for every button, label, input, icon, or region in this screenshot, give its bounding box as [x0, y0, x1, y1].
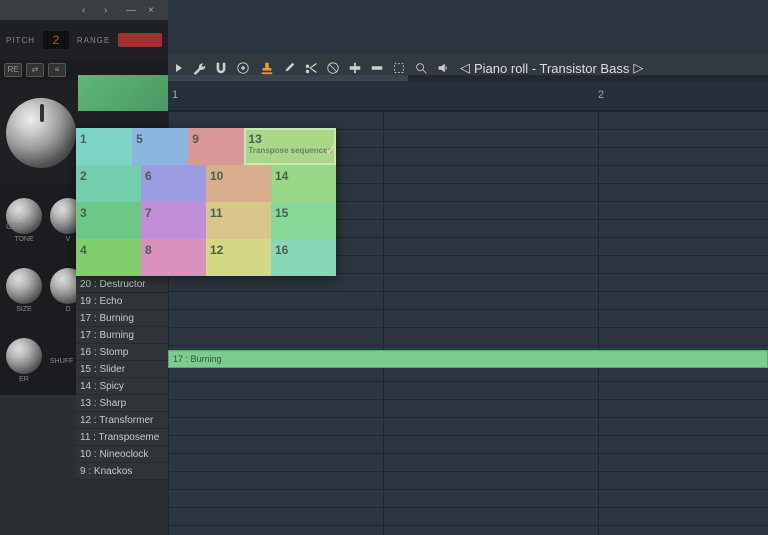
channel-item[interactable]: 12 : Transformer	[76, 412, 168, 429]
color-cell-15[interactable]: 15	[271, 202, 336, 239]
cut-icon[interactable]	[304, 61, 318, 75]
color-cell-8[interactable]: 8	[141, 239, 206, 276]
color-cell-3[interactable]: 3	[76, 202, 141, 239]
mute-icon[interactable]	[326, 61, 340, 75]
select-icon[interactable]	[392, 61, 406, 75]
color-cell-1[interactable]: 1	[76, 128, 132, 165]
target-icon[interactable]	[236, 61, 250, 75]
color-cell-5[interactable]: 5	[132, 128, 188, 165]
share-button[interactable]: ⇄	[26, 63, 44, 77]
minimize-icon[interactable]: —	[126, 5, 136, 15]
channel-item[interactable]: 13 : Sharp	[76, 395, 168, 412]
color-cell-7[interactable]: 7	[141, 202, 206, 239]
piano-roll-title[interactable]: ◁ Piano roll - Transistor Bass ▷	[460, 60, 643, 76]
pitch-label: PITCH	[6, 36, 35, 45]
channel-item[interactable]: 19 : Echo	[76, 293, 168, 310]
title-text: Piano roll - Transistor Bass	[474, 61, 629, 76]
tone-label: TONE	[14, 236, 33, 243]
slip-icon[interactable]	[370, 61, 384, 75]
channel-item[interactable]: 15 : Slider	[76, 361, 168, 378]
channel-nav-next-icon[interactable]: ▷	[633, 60, 643, 76]
close-icon[interactable]: ×	[148, 5, 158, 15]
timeline[interactable]: 1 2	[168, 81, 768, 111]
range-label: RANGE	[77, 36, 110, 45]
color-cell-9[interactable]: 9	[188, 128, 244, 165]
brush-icon[interactable]	[282, 61, 296, 75]
channel-item[interactable]: 10 : Nineoclock	[76, 446, 168, 463]
pitch-value[interactable]: 2	[43, 31, 69, 49]
bar-number: 1	[172, 89, 178, 101]
check-icon: ✓	[325, 140, 338, 160]
color-cell-16[interactable]: 16	[271, 239, 336, 276]
color-cell-10[interactable]: 10	[206, 165, 271, 202]
toolbar-icons-left	[192, 61, 250, 75]
channel-item[interactable]: 9 : Knackos	[76, 463, 168, 480]
color-picker-popup: 15913Transpose sequences✓261014371115481…	[76, 128, 336, 276]
pitch-row: PITCH 2 RANGE	[0, 20, 168, 60]
off-label: OFF	[6, 222, 22, 231]
menu-button[interactable]: ≡	[48, 63, 66, 77]
color-cell-11[interactable]: 11	[206, 202, 271, 239]
color-cell-4[interactable]: 4	[76, 239, 141, 276]
color-cell-14[interactable]: 14	[271, 165, 336, 202]
er-knob[interactable]	[6, 338, 42, 374]
play-icon[interactable]	[176, 64, 182, 72]
corner-tab[interactable]	[78, 75, 168, 111]
shuff-label: SHUFF	[50, 358, 73, 365]
toolbar-icons-tools	[260, 61, 450, 75]
wrench-icon[interactable]	[192, 61, 206, 75]
channel-item[interactable]: 17 : Burning	[76, 327, 168, 344]
channel-item[interactable]: 11 : Transposeme	[76, 429, 168, 446]
color-cell-6[interactable]: 6	[141, 165, 206, 202]
er-label: ER	[19, 376, 29, 383]
bar-number: 2	[598, 89, 604, 101]
range-button[interactable]	[118, 33, 162, 47]
color-cell-subtitle: Transpose sequences	[248, 146, 332, 155]
size-label: SIZE	[16, 306, 32, 313]
piano-roll-window: ◁ Piano roll - Transistor Bass ▷ 1 2	[168, 55, 768, 535]
stamp-icon[interactable]	[260, 61, 274, 75]
plugin-titlebar: ‹ › — ×	[0, 0, 168, 20]
channel-nav-prev-icon[interactable]: ◁	[460, 60, 470, 76]
slice-icon[interactable]	[348, 61, 362, 75]
channel-item[interactable]: 14 : Spicy	[76, 378, 168, 395]
main-knob[interactable]	[6, 98, 76, 168]
v-label: V	[66, 236, 71, 243]
d-label: D	[65, 306, 70, 313]
speaker-icon[interactable]	[436, 61, 450, 75]
note-clip-label: 17 : Burning	[169, 351, 767, 367]
prev-icon[interactable]: ‹	[82, 5, 92, 15]
rec-button[interactable]: RE	[4, 63, 22, 77]
channel-item[interactable]: 20 : Destructor	[76, 276, 168, 293]
size-knob[interactable]	[6, 268, 42, 304]
note-clip[interactable]: 17 : Burning	[168, 350, 768, 368]
channel-item[interactable]: 17 : Burning	[76, 310, 168, 327]
channel-item[interactable]: 16 : Stomp	[76, 344, 168, 361]
zoom-icon[interactable]	[414, 61, 428, 75]
channel-list: 20 : Destructor19 : Echo17 : Burning17 :…	[76, 276, 168, 480]
magnet-icon[interactable]	[214, 61, 228, 75]
next-icon[interactable]: ›	[104, 5, 114, 15]
color-cell-2[interactable]: 2	[76, 165, 141, 202]
color-cell-13[interactable]: 13Transpose sequences✓	[244, 128, 336, 165]
color-cell-12[interactable]: 12	[206, 239, 271, 276]
